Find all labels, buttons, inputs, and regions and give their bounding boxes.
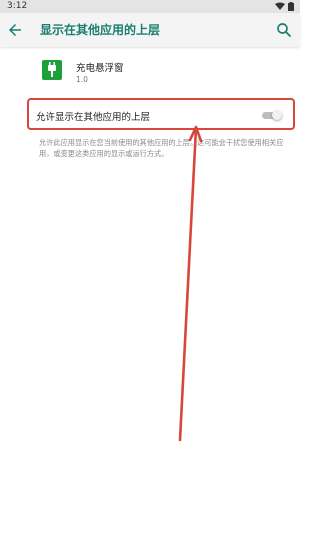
app-info-header: 充电悬浮窗 1.0 bbox=[0, 50, 300, 96]
page-title: 显示在其他应用的上层 bbox=[40, 23, 161, 37]
back-arrow-icon[interactable] bbox=[6, 21, 24, 39]
search-icon[interactable] bbox=[275, 21, 293, 39]
status-icons bbox=[275, 2, 294, 11]
app-version: 1.0 bbox=[76, 75, 88, 84]
permission-toggle-label: 允许显示在其他应用的上层 bbox=[36, 112, 151, 123]
switch-thumb bbox=[272, 110, 282, 120]
permission-description: 允许此应用显示在您当前使用的其他应用的上层。这可能会干扰您使用相关应用，或变更这… bbox=[39, 138, 284, 158]
permission-switch[interactable] bbox=[261, 110, 283, 120]
battery-icon bbox=[288, 2, 294, 11]
wifi-icon bbox=[275, 2, 285, 10]
app-name: 充电悬浮窗 bbox=[76, 63, 124, 74]
annotation-arrow-line bbox=[178, 126, 198, 442]
status-time: 3:12 bbox=[7, 1, 28, 11]
nav-bar bbox=[0, 527, 300, 533]
permission-toggle-row[interactable]: 允许显示在其他应用的上层 bbox=[27, 98, 295, 130]
status-bar: 3:12 bbox=[0, 0, 300, 13]
app-icon bbox=[42, 60, 62, 80]
plug-icon bbox=[48, 62, 56, 77]
app-bar: 显示在其他应用的上层 bbox=[0, 13, 300, 47]
